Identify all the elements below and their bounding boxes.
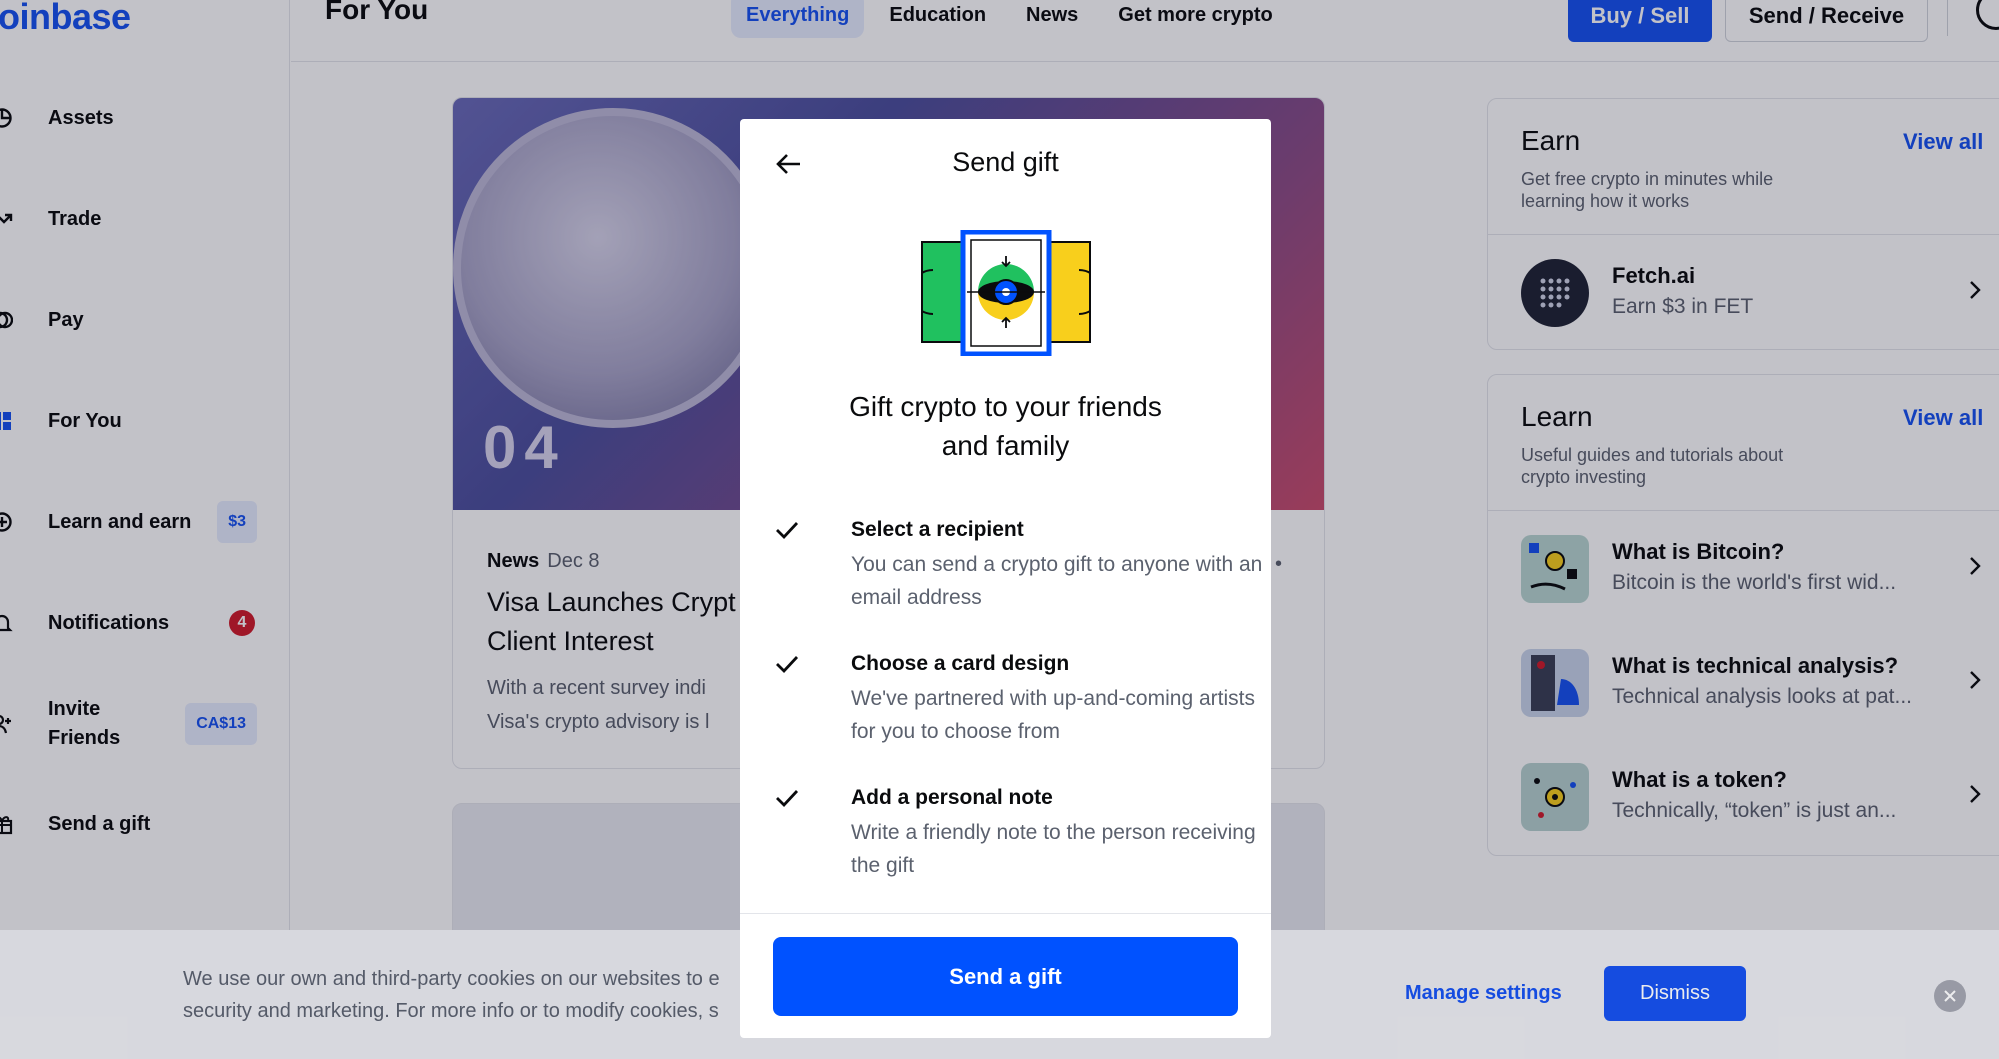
checkmark-icon: [776, 656, 799, 674]
step-title: Select a recipient: [851, 518, 1024, 541]
manage-settings-link[interactable]: Manage settings: [1405, 982, 1562, 1005]
step-description: We've partnered with up-and-coming artis…: [851, 687, 1255, 743]
checkmark-icon: [776, 790, 799, 808]
step-title: Choose a card design: [851, 652, 1070, 675]
modal-title: Send gift: [952, 147, 1059, 177]
close-icon[interactable]: [1934, 980, 1966, 1012]
step-description: You can send a crypto gift to anyone wit…: [851, 553, 1263, 609]
send-a-gift-button[interactable]: Send a gift: [773, 937, 1238, 1016]
divider: [740, 913, 1271, 914]
send-gift-modal: Send gift Gift crypto to your friends an…: [740, 119, 1271, 1038]
modal-heading: Gift crypto to your friends and family: [849, 391, 1162, 461]
gift-card-illustration-icon: [921, 230, 1091, 356]
step-title: Add a personal note: [851, 786, 1053, 809]
cookie-text: We use our own and third-party cookies o…: [183, 968, 720, 1022]
dismiss-button[interactable]: Dismiss: [1604, 966, 1746, 1021]
step-description: Write a friendly note to the person rece…: [851, 821, 1256, 877]
checkmark-icon: [776, 522, 799, 540]
